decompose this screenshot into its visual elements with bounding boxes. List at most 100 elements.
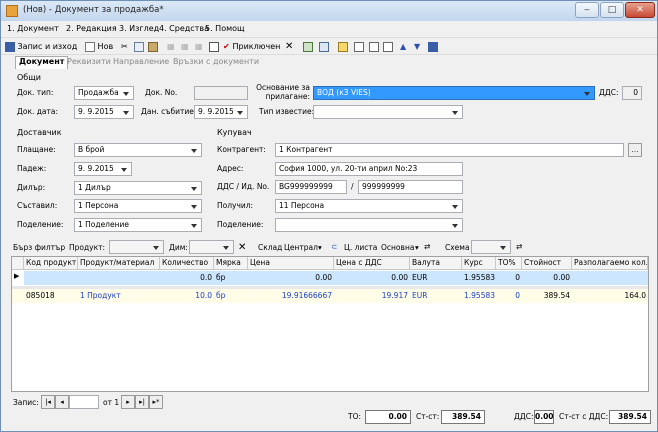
vat-number-field[interactable]: BG999999999 bbox=[275, 180, 347, 194]
doc-no-field[interactable] bbox=[194, 86, 248, 100]
new-record-button[interactable]: ▸* bbox=[149, 395, 163, 409]
cell-currency[interactable]: EUR bbox=[410, 272, 462, 285]
cell-price-vat[interactable]: 19.917 bbox=[334, 290, 410, 303]
product-filter-select[interactable] bbox=[109, 240, 164, 254]
doc3-button[interactable] bbox=[383, 40, 393, 54]
print-setup-button[interactable]: ▦ bbox=[195, 40, 203, 54]
cell-value[interactable]: 389.54 bbox=[522, 290, 572, 303]
col-header-product[interactable]: Продукт/материал bbox=[78, 257, 160, 270]
vat-field[interactable]: 0 bbox=[622, 86, 642, 100]
cell-discount[interactable]: 0 bbox=[496, 272, 522, 285]
doc-type-select[interactable]: Продажба bbox=[74, 86, 134, 100]
copy-button[interactable] bbox=[134, 40, 144, 54]
save-exit-button[interactable]: Запис и изход bbox=[5, 40, 77, 54]
id-number-field[interactable]: 999999999 bbox=[358, 180, 463, 194]
paste-button[interactable] bbox=[148, 40, 158, 54]
price-list-dropdown-icon[interactable]: ▾ bbox=[415, 243, 419, 252]
col-header-quantity[interactable]: Количество bbox=[160, 257, 214, 270]
contragent-field[interactable]: 1 Контрагент bbox=[275, 143, 624, 157]
preview-button[interactable]: ▦ bbox=[181, 40, 189, 54]
new-button[interactable]: Нов bbox=[85, 40, 113, 54]
info-button[interactable] bbox=[428, 40, 438, 54]
cell-price-vat[interactable]: 0.00 bbox=[334, 272, 410, 285]
tab-document[interactable]: Документ bbox=[15, 56, 69, 69]
image-button[interactable] bbox=[338, 40, 348, 54]
tab-doc-links[interactable]: Връзки с документи bbox=[173, 57, 259, 66]
col-header-discount[interactable]: ТО% bbox=[496, 257, 522, 270]
basis-select[interactable]: ВОД (кЗ VIES) bbox=[313, 86, 595, 100]
menu-help[interactable]: 5. Помощ bbox=[205, 24, 245, 33]
clear-filter-button[interactable]: ✕ bbox=[238, 242, 246, 253]
cell-quantity[interactable]: 0.0 bbox=[160, 272, 214, 285]
menu-edit[interactable]: 2. Редакция bbox=[66, 24, 117, 33]
tab-requisites[interactable]: Реквизити bbox=[67, 57, 111, 66]
cell-unit[interactable]: бр bbox=[214, 290, 248, 303]
col-header-price[interactable]: Цена bbox=[248, 257, 334, 270]
cell-quantity[interactable]: 10.0 bbox=[160, 290, 214, 303]
delete-button[interactable]: ✕ bbox=[285, 40, 293, 54]
edit-doc-button[interactable] bbox=[209, 40, 219, 54]
vat-total-field[interactable]: 0.00 bbox=[534, 410, 554, 424]
col-header-value[interactable]: Стойност bbox=[522, 257, 572, 270]
last-record-button[interactable]: ▸| bbox=[135, 395, 149, 409]
col-header-currency[interactable]: Валута bbox=[410, 257, 462, 270]
maximize-button[interactable]: □ bbox=[600, 2, 624, 18]
tab-direction[interactable]: Направление bbox=[113, 57, 169, 66]
event-date-picker[interactable]: 9. 9.2015 bbox=[194, 105, 248, 119]
cell-product[interactable] bbox=[78, 272, 160, 285]
cell-code[interactable] bbox=[24, 272, 78, 285]
buyer-division-select[interactable] bbox=[275, 218, 463, 232]
refresh-button[interactable] bbox=[303, 40, 313, 54]
due-date-picker[interactable]: 9. 9.2015 bbox=[74, 162, 132, 176]
doc1-button[interactable] bbox=[354, 40, 364, 54]
schema-select[interactable] bbox=[471, 240, 511, 254]
price-list-select[interactable]: Основна bbox=[381, 243, 414, 252]
contragent-browse-button[interactable]: … bbox=[628, 143, 642, 157]
cell-available[interactable]: 164.0 bbox=[572, 290, 648, 303]
menu-view[interactable]: 3. Изглед bbox=[119, 24, 159, 33]
dealer-select[interactable]: 1 Дилър bbox=[74, 181, 202, 195]
cut-button[interactable]: ✂ bbox=[121, 40, 128, 54]
schema-settings-icon[interactable]: ⇄ bbox=[516, 242, 522, 251]
print-button[interactable]: ▦ bbox=[167, 40, 175, 54]
discount-total-field[interactable]: 0.00 bbox=[365, 410, 411, 424]
notice-select[interactable] bbox=[313, 105, 463, 119]
first-record-button[interactable]: |◂ bbox=[41, 395, 55, 409]
minimize-button[interactable]: ‒ bbox=[575, 2, 599, 18]
received-select[interactable]: 11 Персона bbox=[275, 199, 463, 213]
col-header-code[interactable]: Код продукт... bbox=[24, 257, 78, 270]
col-header-price-vat[interactable]: Цена с ДДС bbox=[334, 257, 410, 270]
cell-value[interactable]: 0.00 bbox=[522, 272, 572, 285]
doc-date-picker[interactable]: 9. 9.2015 bbox=[74, 105, 134, 119]
value-vat-total-field[interactable]: 389.54 bbox=[609, 410, 651, 424]
menu-document[interactable]: 1. Документ bbox=[7, 24, 59, 33]
record-number-field[interactable] bbox=[69, 395, 99, 409]
cell-discount[interactable]: 0 bbox=[496, 290, 522, 303]
dim-filter-select[interactable] bbox=[189, 240, 234, 254]
cell-available[interactable] bbox=[572, 272, 648, 285]
move-down-button[interactable]: ▼ bbox=[414, 40, 420, 54]
col-header-unit[interactable]: Мярка bbox=[214, 257, 248, 270]
warehouse-dropdown-icon[interactable]: ▾ bbox=[318, 243, 322, 252]
value-total-field[interactable]: 389.54 bbox=[441, 410, 485, 424]
payment-select[interactable]: В брой bbox=[74, 143, 202, 157]
cell-rate[interactable]: 1.95583 bbox=[462, 290, 496, 303]
warehouse-select[interactable]: Централ bbox=[284, 243, 318, 252]
col-header-available[interactable]: Разполагаемо кол. bbox=[572, 257, 648, 270]
cell-product[interactable]: 1 Продукт bbox=[78, 290, 160, 303]
cell-code[interactable]: 085018 bbox=[24, 290, 78, 303]
calc-button[interactable] bbox=[319, 40, 329, 54]
doc2-button[interactable] bbox=[369, 40, 379, 54]
link-icon[interactable]: ⊂ bbox=[331, 242, 337, 251]
title-bar[interactable]: (Нов) - Документ за продажба* ‒ □ ✕ bbox=[1, 1, 657, 21]
close-button[interactable]: ✕ bbox=[625, 2, 655, 18]
address-field[interactable]: София 1000, ул. 20-ти април No:23 bbox=[275, 162, 463, 176]
col-header-rate[interactable]: Курс bbox=[462, 257, 496, 270]
move-up-button[interactable]: ▲ bbox=[400, 40, 406, 54]
prev-record-button[interactable]: ◂ bbox=[55, 395, 69, 409]
cell-rate[interactable]: 1.95583 bbox=[462, 272, 496, 285]
cell-price[interactable]: 0.00 bbox=[248, 272, 334, 285]
cell-currency[interactable]: EUR bbox=[410, 290, 462, 303]
composed-select[interactable]: 1 Персона bbox=[74, 199, 202, 213]
next-record-button[interactable]: ▸ bbox=[121, 395, 135, 409]
